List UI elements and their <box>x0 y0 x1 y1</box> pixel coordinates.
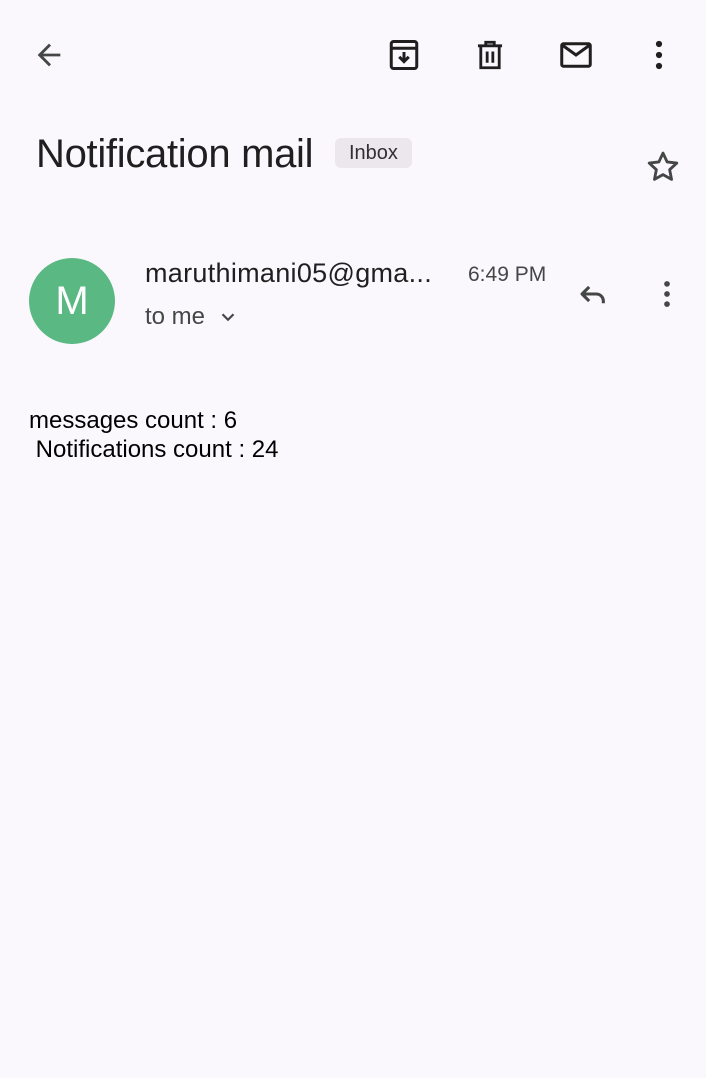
mail-icon <box>560 42 592 68</box>
star-outline-icon <box>647 151 679 181</box>
delete-button[interactable] <box>464 30 516 80</box>
chevron-down-icon <box>221 313 235 322</box>
arrow-back-icon <box>37 43 61 67</box>
email-time: 6:49 PM <box>468 263 547 286</box>
recipient-details-toggle[interactable]: to me <box>145 300 239 334</box>
reply-icon <box>580 285 605 304</box>
recipient-label: to me <box>145 303 206 330</box>
archive-icon <box>389 40 419 70</box>
reply-button[interactable] <box>566 270 618 318</box>
subject-row: Notification mail Inbox <box>36 128 636 180</box>
back-button[interactable] <box>22 30 76 80</box>
more-vert-icon <box>664 281 670 307</box>
message-more-button[interactable] <box>646 270 688 318</box>
email-body: messages count : 6 Notifications count :… <box>29 406 669 464</box>
label-chip-inbox[interactable]: Inbox <box>335 138 412 168</box>
email-subject: Notification mail <box>36 132 314 176</box>
sender-name[interactable]: maruthimani05@gma... <box>145 255 457 291</box>
star-button[interactable] <box>638 142 688 192</box>
more-vert-icon <box>655 40 663 70</box>
mark-unread-button[interactable] <box>550 30 602 80</box>
archive-button[interactable] <box>378 30 430 80</box>
more-options-button[interactable] <box>636 30 682 80</box>
body-line: Notifications count : 24 <box>29 436 279 463</box>
email-view-screen: Notification mail Inbox M maruthimani05@… <box>0 0 706 1078</box>
sender-avatar[interactable]: M <box>29 258 115 344</box>
body-line: messages count : 6 <box>29 407 238 434</box>
delete-icon <box>477 40 503 70</box>
